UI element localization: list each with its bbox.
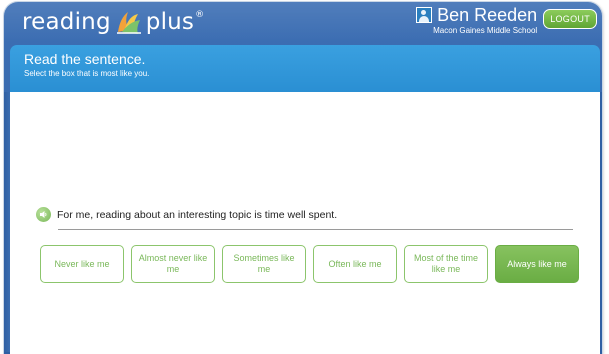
user-info: Ben Reeden Macon Gaines Middle School	[416, 6, 537, 35]
trademark-mark: ®	[195, 10, 205, 20]
school-name: Macon Gaines Middle School	[433, 26, 538, 35]
instruction-subtitle: Select the box that is most like you.	[24, 69, 150, 78]
sentence-divider	[58, 229, 573, 230]
instruction-banner: Read the sentence. Select the box that i…	[10, 45, 600, 92]
logo-text-reading: reading	[22, 9, 111, 35]
user-name: Ben Reeden	[437, 5, 538, 25]
book-flame-icon	[114, 8, 144, 36]
choice-often-like-me[interactable]: Often like me	[313, 245, 397, 283]
frame-edge-right	[600, 92, 602, 352]
question-panel: For me, reading about an interesting top…	[10, 92, 600, 354]
instruction-title: Read the sentence.	[24, 51, 146, 67]
choice-almost-never-like-me[interactable]: Almost never like me	[131, 245, 215, 283]
user-row: Ben Reeden	[416, 6, 537, 24]
user-avatar-icon	[416, 7, 433, 23]
choice-never-like-me[interactable]: Never like me	[40, 245, 124, 283]
logo-text-plus: plus	[145, 9, 195, 35]
logout-button[interactable]: LOGOUT	[543, 9, 597, 29]
speaker-icon[interactable]	[36, 207, 51, 222]
answer-choices: Never like me Almost never like me Somet…	[40, 245, 586, 283]
reading-plus-logo: reading plus ®	[22, 8, 204, 36]
sentence-row: For me, reading about an interesting top…	[36, 207, 337, 222]
choice-most-of-the-time-like-me[interactable]: Most of the time like me	[404, 245, 488, 283]
choice-always-like-me[interactable]: Always like me	[495, 245, 579, 283]
choice-sometimes-like-me[interactable]: Sometimes like me	[222, 245, 306, 283]
question-sentence: For me, reading about an interesting top…	[57, 208, 338, 221]
user-area: Ben Reeden Macon Gaines Middle School LO…	[416, 6, 597, 35]
